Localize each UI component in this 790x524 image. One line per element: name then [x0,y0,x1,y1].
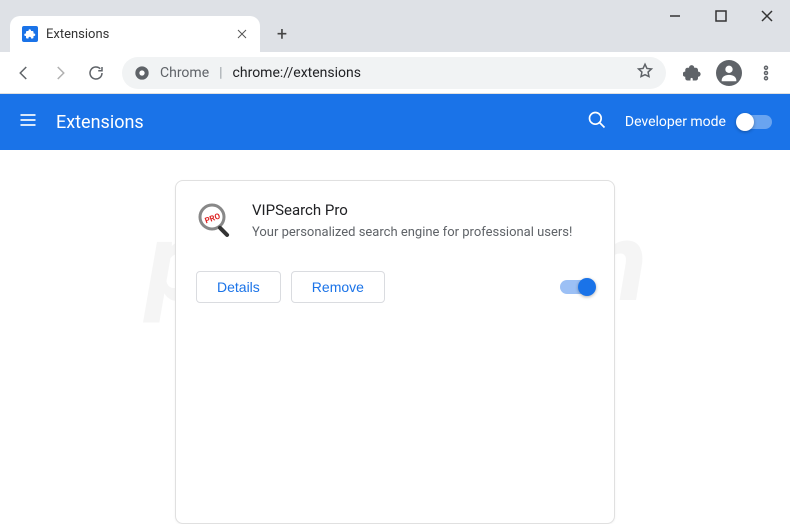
hamburger-menu-icon[interactable] [18,110,38,134]
back-button[interactable] [8,57,40,89]
address-bar[interactable]: Chrome | chrome://extensions [122,57,666,89]
tab-strip: Extensions + [0,0,652,52]
window-controls [652,0,790,52]
extension-enable-toggle[interactable] [560,280,594,294]
details-button[interactable]: Details [196,271,281,303]
window-titlebar: Extensions + [0,0,790,52]
maximize-button[interactable] [698,0,744,32]
bookmark-star-icon[interactable] [636,62,654,84]
minimize-button[interactable] [652,0,698,32]
extension-logo-icon: PRO [196,201,236,241]
forward-button[interactable] [44,57,76,89]
extensions-menu-icon[interactable] [676,57,708,89]
page-title: Extensions [56,112,144,133]
chrome-icon [134,65,150,81]
remove-button[interactable]: Remove [291,271,385,303]
browser-toolbar: Chrome | chrome://extensions [0,52,790,94]
tab-title: Extensions [46,27,109,42]
chrome-menu-icon[interactable] [750,57,782,89]
developer-mode-control: Developer mode [625,114,772,130]
browser-tab[interactable]: Extensions [10,16,260,52]
search-icon[interactable] [587,110,607,134]
tab-close-icon[interactable] [234,26,250,42]
omnibox-scheme-label: Chrome [160,65,209,81]
new-tab-button[interactable]: + [268,20,296,48]
window-close-button[interactable] [744,0,790,32]
developer-mode-label: Developer mode [625,114,726,130]
profile-avatar[interactable] [716,60,742,86]
omnibox-separator: | [219,65,222,81]
extension-description: Your personalized search engine for prof… [252,223,594,243]
reload-button[interactable] [80,57,112,89]
omnibox-url: chrome://extensions [233,65,361,81]
page-content: PRO VIPSearch Pro Your personalized sear… [0,150,790,524]
developer-mode-toggle[interactable] [738,115,772,129]
extension-favicon [22,26,38,42]
extension-card: PRO VIPSearch Pro Your personalized sear… [175,180,615,524]
extensions-appbar: Extensions Developer mode [0,94,790,150]
extension-name: VIPSearch Pro [252,201,594,219]
